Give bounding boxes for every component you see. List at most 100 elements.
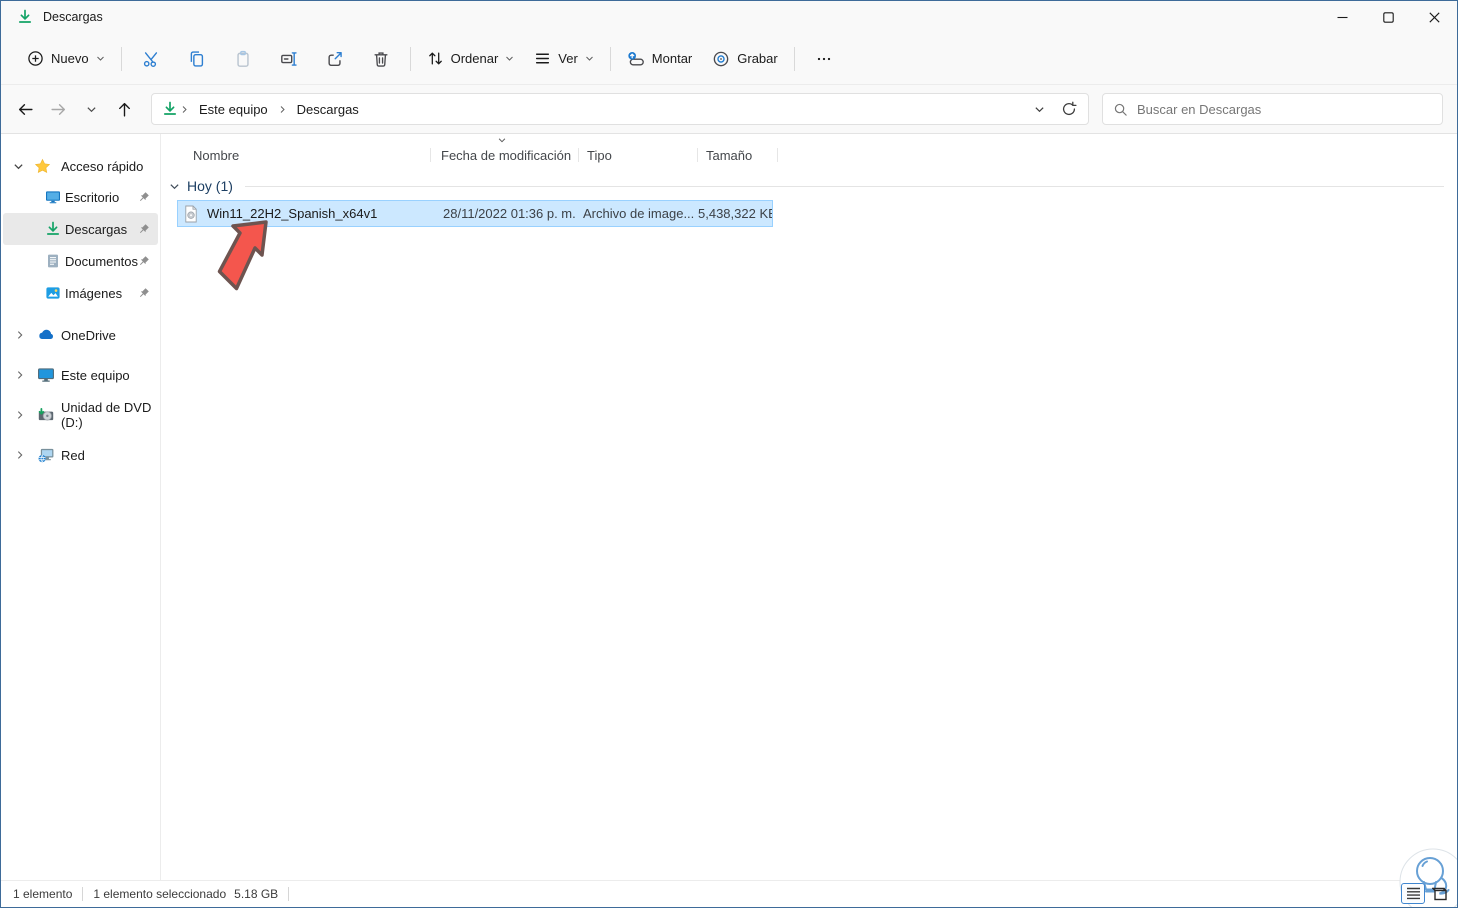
dvd-drive-icon [37,406,55,424]
column-label: Tamaño [706,147,753,163]
this-pc-icon [37,366,55,384]
rename-icon [280,50,298,68]
cut-button[interactable] [128,41,174,77]
column-label: Nombre [193,147,240,163]
breadcrumb-chevron-icon [178,105,191,114]
pin-icon[interactable] [137,255,150,268]
breadcrumb-chevron-icon [276,105,289,114]
breadcrumb-este-equipo[interactable]: Este equipo [191,98,276,121]
share-icon [326,50,344,68]
disc-image-file-icon [183,205,199,223]
file-explorer-window: Descargas Nuevo Ordenar Ver Montar Graba… [0,0,1458,908]
chevron-right-icon[interactable] [15,410,25,420]
breadcrumb-descargas[interactable]: Descargas [289,98,367,121]
chevron-down-icon [585,54,594,63]
item-count: 1 elemento [13,887,73,901]
up-button[interactable] [108,93,141,126]
clipboard-icon [234,50,252,68]
large-icons-view-button[interactable] [1428,883,1452,904]
location-downloads-icon [162,101,178,117]
star-icon [34,158,51,175]
chevron-right-icon[interactable] [15,330,25,340]
details-view-button[interactable] [1401,883,1425,904]
column-label: Fecha de modificación [441,147,572,163]
column-header-tipo[interactable]: Tipo [579,141,698,169]
onedrive-icon [37,326,55,344]
address-dropdown-button[interactable] [1024,95,1054,123]
group-label[interactable]: Hoy (1) [187,178,233,194]
mount-button[interactable]: Montar [617,41,702,77]
search-input[interactable] [1137,101,1432,117]
scissors-icon [142,50,160,68]
recent-locations-button[interactable] [75,93,108,126]
sidebar-item-onedrive[interactable]: OneDrive [3,315,158,355]
sidebar-item-descargas[interactable]: Descargas [3,213,158,245]
documents-icon [45,253,61,269]
new-button[interactable]: Nuevo [17,41,115,77]
sidebar-item-label: Imágenes [65,285,123,301]
view-button[interactable]: Ver [524,41,604,77]
column-header-fecha[interactable]: Fecha de modificación [431,138,579,169]
minimize-button[interactable] [1319,1,1365,33]
column-label: Tipo [587,147,612,163]
burn-disc-icon [712,50,730,68]
view-lines-icon [534,50,551,67]
sort-button[interactable]: Ordenar [417,41,525,77]
column-header-tamano[interactable]: Tamaño [698,141,778,169]
sort-icon [427,50,444,67]
column-header-nombre[interactable]: Nombre [161,141,431,169]
navigation-pane: Acceso rápido Escritorio Descargas Docum… [1,134,161,880]
burn-button[interactable]: Grabar [702,41,787,77]
sidebar-item-label: OneDrive [61,327,116,343]
sidebar-item-label: Red [61,447,85,463]
titlebar: Descargas [1,1,1457,33]
sidebar-item-documentos[interactable]: Documentos [3,245,158,277]
file-modified: 28/11/2022 01:36 p. m. [443,206,576,221]
file-list-pane: Nombre Fecha de modificación Tipo Tamaño… [161,134,1457,880]
sidebar-item-label: Escritorio [65,189,120,205]
rename-button[interactable] [266,41,312,77]
statusbar: 1 elemento 1 elemento seleccionado 5.18 … [1,880,1457,907]
downloads-icon [45,221,61,237]
toolbar-divider [793,46,795,71]
forward-button[interactable] [42,93,75,126]
close-button[interactable] [1411,1,1457,33]
more-options-button[interactable] [801,41,847,77]
back-button[interactable] [9,93,42,126]
pin-icon[interactable] [137,287,150,300]
column-headers: Nombre Fecha de modificación Tipo Tamaño [161,138,778,169]
maximize-button[interactable] [1365,1,1411,33]
window-controls [1319,1,1457,33]
file-row-selected[interactable]: Win11_22H2_Spanish_x64v1 28/11/2022 01:3… [177,200,773,227]
address-bar[interactable]: Este equipo Descargas [151,93,1089,125]
pin-icon[interactable] [137,191,150,204]
search-box [1102,93,1443,125]
file-name: Win11_22H2_Spanish_x64v1 [207,206,378,221]
paste-button[interactable] [220,41,266,77]
copy-button[interactable] [174,41,220,77]
chevron-down-icon[interactable] [169,181,180,192]
sidebar-item-dvd-drive[interactable]: Unidad de DVD (D:) [3,395,158,435]
toolbar-divider [120,46,122,71]
share-button[interactable] [312,41,358,77]
chevron-right-icon[interactable] [15,370,25,380]
refresh-button[interactable] [1054,95,1084,123]
quick-access-label: Acceso rápido [61,158,144,174]
sidebar-item-red[interactable]: Red [3,435,158,475]
sort-descending-icon [497,135,507,145]
sidebar-item-este-equipo[interactable]: Este equipo [3,355,158,395]
file-name-cell: Win11_22H2_Spanish_x64v1 [178,205,431,223]
view-button-label: Ver [558,51,578,66]
toolbar-divider [609,46,611,71]
downloads-icon [17,9,33,25]
selection-count: 1 elemento seleccionado [93,887,227,901]
mount-button-label: Montar [651,51,693,66]
sidebar-item-imagenes[interactable]: Imágenes [3,277,158,309]
delete-button[interactable] [358,41,404,77]
sidebar-item-escritorio[interactable]: Escritorio [3,181,158,213]
pin-icon[interactable] [137,223,150,236]
chevron-right-icon[interactable] [15,450,25,460]
statusbar-divider [82,887,84,901]
trash-icon [372,50,390,68]
quick-access-header[interactable]: Acceso rápido [1,151,160,181]
